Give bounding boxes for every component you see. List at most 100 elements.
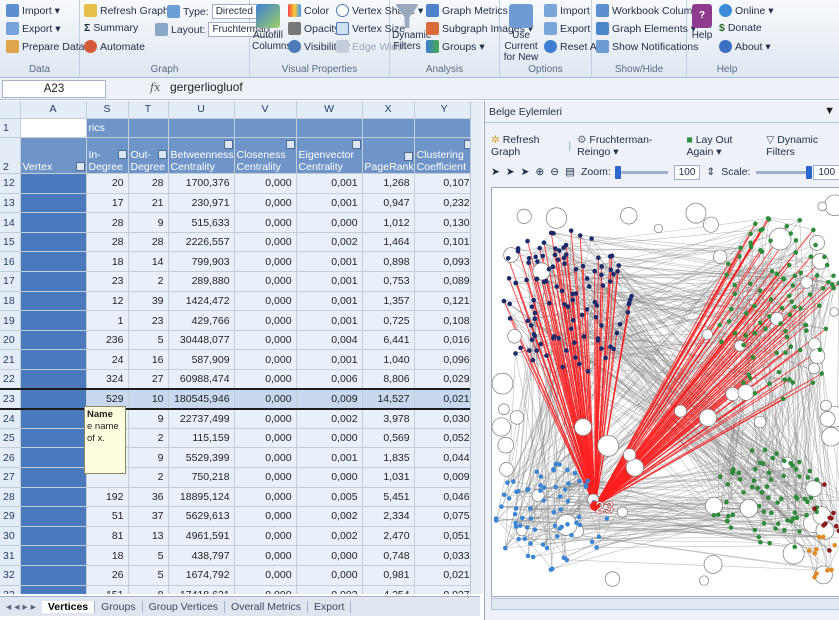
metric-cell-u[interactable]: 587,909 [168,349,235,371]
metric-cell-x[interactable]: 0,569 [362,428,415,449]
metric-cell-t[interactable]: 10 [128,388,169,410]
groups-menu[interactable]: Groups ▾ [426,40,485,53]
metric-cell-t[interactable]: 16 [128,349,169,371]
metric-cell-t[interactable]: 5 [128,545,169,566]
metric-cell-w[interactable]: 0,002 [296,408,363,429]
metric-cell-w[interactable]: 0,001 [296,193,363,214]
metric-cell-w[interactable]: 0,001 [296,271,363,292]
metric-cell-x[interactable]: 0,748 [362,545,415,566]
metric-cell-y[interactable]: 0,096 [414,349,475,371]
metric-cell-w[interactable]: 0,004 [296,330,363,351]
cell[interactable] [20,118,87,139]
vertex-cell[interactable] [20,291,87,312]
copy-image-icon[interactable]: ▤ [565,166,575,178]
metric-cell-v[interactable]: 0,000 [234,232,297,253]
metric-cell-w[interactable]: 0,001 [296,173,363,194]
filter-dropdown-icon[interactable] [223,140,233,150]
cell[interactable] [168,118,235,139]
metric-cell-x[interactable]: 0,947 [362,193,415,214]
metric-cell-x[interactable]: 1,040 [362,349,415,371]
vertex-cell[interactable] [20,212,87,233]
metric-cell-x[interactable]: 1,031 [362,467,415,488]
tab-group-vertices[interactable]: Group Vertices [143,600,226,613]
metric-cell-v[interactable]: 0,000 [234,447,297,468]
metric-cell-u[interactable]: 4961,591 [168,526,235,547]
filter-dropdown-icon[interactable] [285,140,295,150]
metric-cell-y[interactable]: 0,027 [414,585,475,594]
metric-cell-x[interactable]: 6,441 [362,330,415,351]
metric-cell-t[interactable]: 5 [128,330,169,351]
tab-nav-arrows-icon[interactable]: ◂ ◂ ▸ ▸ [0,601,42,613]
metric-cell-w[interactable]: 0,000 [296,212,363,233]
metric-cell-s[interactable]: 23 [86,271,129,292]
vertex-cell[interactable] [20,251,87,273]
lay-out-again-button[interactable]: ■ Lay Out Again ▾ [686,134,760,158]
metric-cell-s[interactable]: 26 [86,565,129,586]
vertex-cell[interactable] [20,506,87,527]
row-number[interactable]: 21 [0,349,21,371]
column-header-y[interactable]: Y [414,101,475,119]
row-number[interactable]: 24 [0,408,21,429]
row-number[interactable]: 14 [0,212,21,233]
row-number[interactable]: 26 [0,447,21,468]
metric-cell-u[interactable]: 180545,946 [168,388,235,410]
vertex-cell[interactable] [20,467,87,488]
metric-cell-v[interactable]: 0,000 [234,487,297,508]
scale-slider[interactable] [756,165,813,179]
metric-cell-u[interactable]: 1424,472 [168,291,235,312]
row-number[interactable]: 18 [0,291,21,312]
dynamic-filters-pane-button[interactable]: ▽ Dynamic Filters [766,134,839,158]
metric-cell-s[interactable]: 24 [86,349,129,371]
metric-cell-x[interactable]: 5,451 [362,487,415,508]
metric-cell-x[interactable]: 1,268 [362,173,415,194]
filter-dropdown-icon[interactable] [403,152,413,162]
metric-cell-u[interactable]: 17418,621 [168,585,235,594]
metric-cell-w[interactable]: 0,000 [296,565,363,586]
tab-groups[interactable]: Groups [95,600,143,613]
row-number[interactable]: 32 [0,565,21,586]
metric-cell-v[interactable]: 0,000 [234,506,297,527]
tab-export[interactable]: Export [308,600,352,613]
metric-cell-y[interactable]: 0,030 [414,408,475,429]
metric-cell-v[interactable]: 0,000 [234,330,297,351]
metric-cell-u[interactable]: 750,218 [168,467,235,488]
metric-cell-x[interactable]: 2,470 [362,526,415,547]
metric-cell-y[interactable]: 0,130 [414,212,475,233]
metric-cell-y[interactable]: 0,093 [414,251,475,273]
row-number[interactable]: 28 [0,487,21,508]
select-pointer-icon[interactable]: ➤ [491,166,500,178]
row-number[interactable]: 30 [0,526,21,547]
metric-cell-t[interactable]: 2 [128,428,169,449]
metric-cell-s[interactable]: 1 [86,310,129,331]
column-header-t[interactable]: T [128,101,169,119]
metric-cell-t[interactable]: 8 [128,585,169,594]
metric-cell-y[interactable]: 0,016 [414,330,475,351]
metric-cell-t[interactable]: 14 [128,251,169,273]
header-betweenness[interactable]: Betweenness Centrality [168,137,235,175]
row-number[interactable]: 1 [0,118,21,139]
metric-cell-s[interactable]: 18 [86,545,129,566]
vertex-cell[interactable] [20,271,87,292]
metric-cell-y[interactable]: 0,107 [414,173,475,194]
export-menu[interactable]: Export ▾ [6,22,61,35]
help-button[interactable]: ? Help [689,4,715,41]
metric-cell-s[interactable]: 28 [86,212,129,233]
metric-cell-w[interactable]: 0,003 [296,585,363,594]
metric-cell-u[interactable]: 2226,557 [168,232,235,253]
metric-cell-x[interactable]: 2,334 [362,506,415,527]
color-button[interactable]: Color [288,4,329,17]
metric-cell-s[interactable]: 20 [86,173,129,194]
cell[interactable] [234,118,297,139]
metric-cell-y[interactable]: 0,101 [414,232,475,253]
metric-cell-u[interactable]: 60988,474 [168,369,235,390]
metric-cell-u[interactable]: 289,880 [168,271,235,292]
name-box[interactable]: A23 [2,80,106,98]
options-export-button[interactable]: Export [544,22,590,35]
vertex-cell[interactable] [20,193,87,214]
metric-cell-w[interactable]: 0,001 [296,349,363,371]
donate-button[interactable]: $ Donate [719,22,762,34]
metric-cell-u[interactable]: 115,159 [168,428,235,449]
metric-cell-x[interactable]: 14,527 [362,388,415,410]
row-number[interactable]: 27 [0,467,21,488]
metric-cell-v[interactable]: 0,000 [234,212,297,233]
